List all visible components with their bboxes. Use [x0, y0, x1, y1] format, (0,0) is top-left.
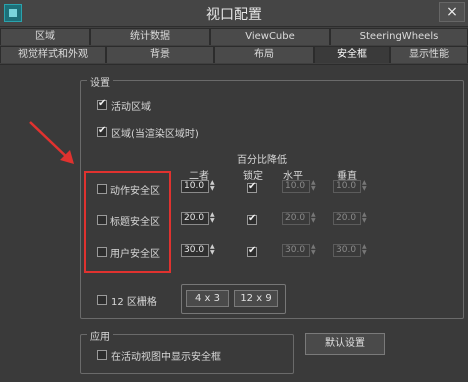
show-in-active-checkbox[interactable] — [97, 350, 107, 360]
grid-4x3-button[interactable]: 4 x 3 — [186, 290, 229, 307]
tab-safe-frames[interactable]: 安全框 — [314, 46, 390, 63]
region-label: 区域(当渲染区域时) — [111, 129, 199, 140]
grid-12-checkbox[interactable] — [97, 295, 107, 305]
user-safe-uniform-spinner[interactable]: ▲ ▼ — [210, 244, 216, 257]
tab-viewcube[interactable]: ViewCube — [210, 28, 330, 45]
action-safe-uniform-input[interactable]: 10.0 — [181, 180, 209, 193]
action-safe-horizontal-input[interactable]: 10.0 — [282, 180, 310, 193]
tab-display-performance[interactable]: 显示性能 — [390, 46, 468, 63]
user-safe-horizontal-spinner[interactable]: ▲ ▼ — [311, 244, 317, 257]
window-title: 视口配置 — [206, 7, 262, 23]
action-safe-vertical-spinner[interactable]: ▲ ▼ — [362, 180, 368, 193]
tab-statistics[interactable]: 统计数据 — [90, 28, 210, 45]
action-safe-lock-checkbox[interactable] — [247, 181, 257, 193]
user-safe-uniform-input[interactable]: 30.0 — [181, 244, 209, 257]
user-safe-vertical-spinner[interactable]: ▲ ▼ — [362, 244, 368, 257]
grid-12x9-button[interactable]: 12 x 9 — [234, 290, 278, 307]
application-group-label: 应用 — [87, 328, 113, 343]
action-safe-uniform-spinner[interactable]: ▲ ▼ — [210, 180, 216, 193]
user-safe-horizontal-input[interactable]: 30.0 — [282, 244, 310, 257]
title-safe-uniform-input[interactable]: 20.0 — [181, 212, 209, 225]
tab-background[interactable]: 背景 — [106, 46, 214, 63]
live-area-label: 活动区域 — [111, 102, 151, 113]
tab-row-2: 视觉样式和外观 背景 布局 安全框 显示性能 — [0, 46, 468, 63]
title-bar: 视口配置 × — [0, 0, 468, 27]
title-safe-uniform-spinner[interactable]: ▲ ▼ — [210, 212, 216, 225]
title-safe-vertical-input[interactable]: 20.0 — [333, 212, 361, 225]
user-safe-vertical-input[interactable]: 30.0 — [333, 244, 361, 257]
show-in-active-label: 在活动视图中显示安全框 — [111, 352, 221, 363]
title-safe-vertical-spinner[interactable]: ▲ ▼ — [362, 212, 368, 225]
percent-reduction-header: 百分比降低 — [237, 155, 287, 166]
action-safe-vertical-input[interactable]: 10.0 — [333, 180, 361, 193]
tab-layout[interactable]: 布局 — [214, 46, 314, 63]
defaults-button[interactable]: 默认设置 — [305, 333, 385, 355]
tab-steeringwheels[interactable]: SteeringWheels — [330, 28, 468, 45]
user-safe-lock-checkbox[interactable] — [247, 245, 257, 257]
tab-row-1: 区域 统计数据 ViewCube SteeringWheels — [0, 28, 468, 45]
title-safe-horizontal-input[interactable]: 20.0 — [282, 212, 310, 225]
highlight-box — [84, 171, 171, 273]
highlight-arrow-icon — [29, 121, 74, 164]
live-area-checkbox[interactable] — [97, 98, 107, 110]
close-button[interactable]: × — [439, 2, 465, 22]
title-safe-horizontal-spinner[interactable]: ▲ ▼ — [311, 212, 317, 225]
col-lock-header: 锁定 — [243, 171, 263, 182]
tab-visual-style[interactable]: 视觉样式和外观 — [0, 46, 106, 63]
title-safe-lock-checkbox[interactable] — [247, 213, 257, 225]
action-safe-horizontal-spinner[interactable]: ▲ ▼ — [311, 180, 317, 193]
settings-group-label: 设置 — [87, 74, 113, 89]
grid-12-label: 12 区栅格 — [111, 297, 157, 308]
tab-regions[interactable]: 区域 — [0, 28, 90, 45]
region-checkbox[interactable] — [97, 125, 107, 137]
